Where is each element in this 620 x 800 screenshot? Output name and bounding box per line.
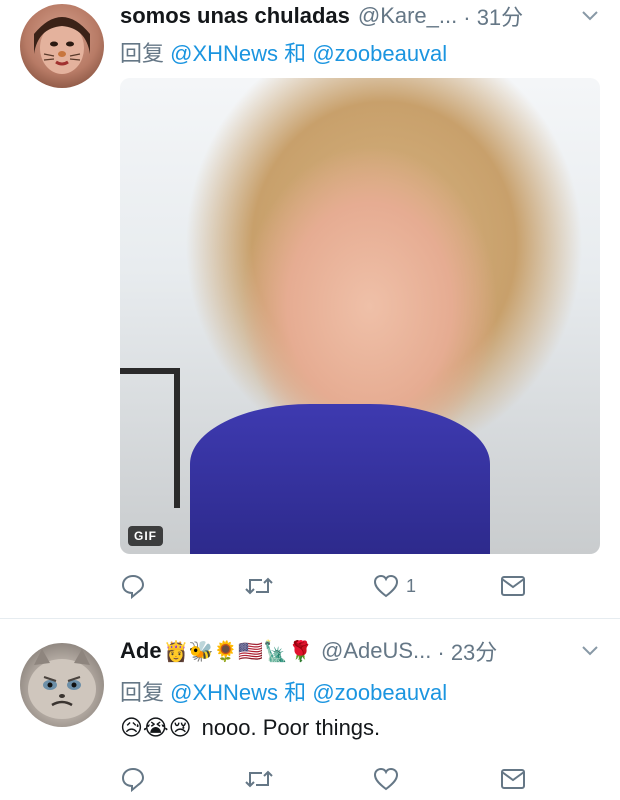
user-handle[interactable]: @Kare_... xyxy=(358,3,457,29)
heart-icon xyxy=(373,574,399,598)
tweet-actions: 1 xyxy=(120,570,540,602)
name-emojis: 👸🐝🌻🇺🇸🗽🌹 xyxy=(163,639,313,663)
reply-icon xyxy=(121,574,145,599)
reply-icon xyxy=(121,767,145,792)
reply-context: 回复 @XHNews 和 @zoobeauval xyxy=(120,675,447,707)
tweet-header: somos unas chuladas @Kare_... · 31分 xyxy=(120,0,600,32)
retweet-icon xyxy=(245,577,273,595)
retweet-button[interactable] xyxy=(244,570,280,602)
media-background-chair xyxy=(120,368,180,508)
reply-context: 回复 @XHNews 和 @zoobeauval xyxy=(120,36,447,68)
user-handle[interactable]: @AdeUS... xyxy=(321,638,431,664)
media-gif[interactable]: GIF xyxy=(120,78,600,554)
mention-link[interactable]: @zoobeauval xyxy=(312,41,447,66)
display-name[interactable]: Ade xyxy=(120,638,162,664)
timestamp[interactable]: · 31分 xyxy=(463,0,523,32)
mention-link[interactable]: @XHNews xyxy=(170,41,278,66)
body-emojis: 😥😭😢 xyxy=(120,715,192,741)
avatar-image xyxy=(28,649,96,719)
chevron-down-icon[interactable] xyxy=(580,641,600,661)
like-button[interactable]: 1 xyxy=(372,570,416,602)
reply-and: 和 xyxy=(284,680,307,705)
avatar-image xyxy=(34,17,90,74)
avatar[interactable] xyxy=(20,4,104,88)
like-count: 1 xyxy=(406,575,417,596)
avatar[interactable] xyxy=(20,643,104,727)
tweet-text: nooo. Poor things. xyxy=(201,715,381,740)
reply-button[interactable] xyxy=(120,570,152,602)
tweet-header: Ade 👸🐝🌻🇺🇸🗽🌹 @AdeUS... · 23分 xyxy=(120,635,600,667)
media-shirt xyxy=(190,404,490,554)
heart-icon xyxy=(373,767,399,791)
retweet-icon xyxy=(245,770,273,788)
timestamp[interactable]: · 23分 xyxy=(437,635,497,667)
mention-link[interactable]: @zoobeauval xyxy=(312,680,447,705)
message-button[interactable] xyxy=(500,570,526,602)
tweet[interactable]: Ade 👸🐝🌻🇺🇸🗽🌹 @AdeUS... · 23分 回复 @XHNews 和… xyxy=(0,618,620,800)
mail-icon xyxy=(501,769,525,789)
reply-and: 和 xyxy=(284,41,307,66)
mention-link[interactable]: @XHNews xyxy=(170,680,278,705)
tweet-body: 😥😭😢 nooo. Poor things. xyxy=(120,715,380,741)
reply-button[interactable] xyxy=(120,763,152,795)
tweet[interactable]: somos unas chuladas @Kare_... · 31分 回复 @… xyxy=(0,0,620,618)
reply-prefix: 回复 xyxy=(120,41,165,66)
chevron-down-icon[interactable] xyxy=(580,6,600,26)
tweet-actions xyxy=(120,763,540,795)
retweet-button[interactable] xyxy=(244,763,280,795)
reply-prefix: 回复 xyxy=(120,680,165,705)
mail-icon xyxy=(501,576,525,596)
like-button[interactable] xyxy=(372,763,406,795)
message-button[interactable] xyxy=(500,763,526,795)
display-name[interactable]: somos unas chuladas xyxy=(120,3,350,29)
gif-badge: GIF xyxy=(128,526,163,546)
